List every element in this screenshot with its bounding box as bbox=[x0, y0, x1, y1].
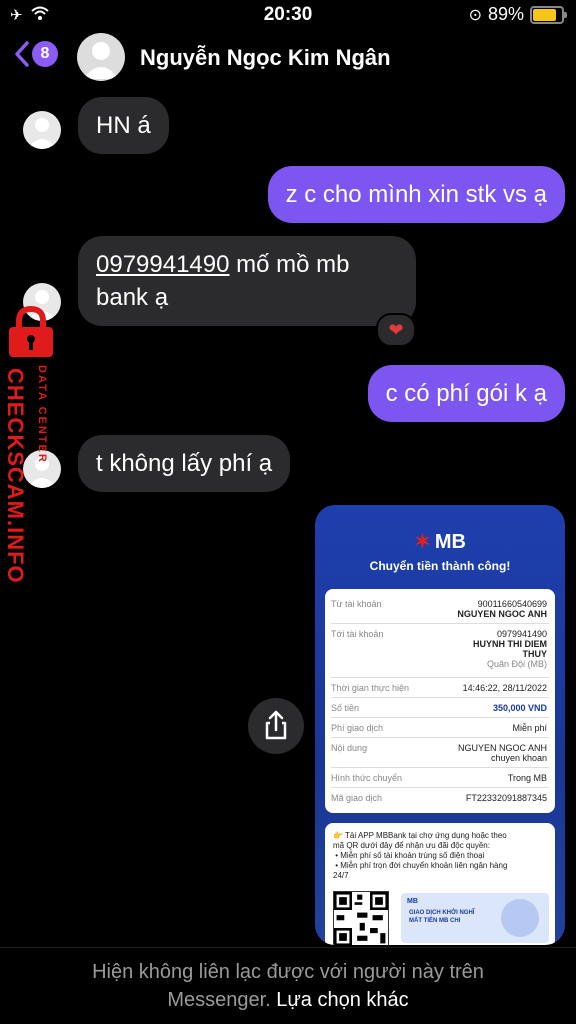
message-bubble-incoming[interactable]: HN á bbox=[78, 97, 169, 154]
chevron-left-icon bbox=[15, 41, 29, 67]
qr-code bbox=[333, 891, 389, 945]
share-button[interactable] bbox=[248, 698, 304, 754]
footer-divider bbox=[0, 947, 576, 948]
receipt-row: Số tiền 350,000 VND bbox=[331, 703, 547, 713]
heart-reaction-icon[interactable]: ❤ bbox=[376, 313, 416, 347]
message-text: HN á bbox=[96, 112, 151, 139]
receipt-row: Hình thức chuyển Trong MB bbox=[331, 773, 547, 783]
receipt-row: Mã giao dịch FT22332091887345 bbox=[331, 793, 547, 803]
unread-badge: 8 bbox=[32, 41, 58, 67]
transfer-receipt-image[interactable]: ✶ MB Chuyển tiền thành công! Từ tài khoản… bbox=[315, 505, 565, 945]
message-text: bank ạ bbox=[96, 284, 169, 311]
back-button[interactable]: 8 bbox=[14, 40, 58, 68]
message-text: z c cho mình xin stk vs ạ bbox=[285, 181, 547, 208]
battery-level bbox=[533, 8, 557, 21]
message-text: c có phí gói k ạ bbox=[385, 380, 547, 407]
lock-icon bbox=[9, 305, 53, 357]
battery-percent: 89% bbox=[487, 4, 524, 24]
hand-icon: 👉 bbox=[333, 831, 343, 840]
receipt-row: Phí giao dịch Miễn phí bbox=[331, 723, 547, 733]
message-bubble-outgoing[interactable]: z c cho mình xin stk vs ạ bbox=[267, 166, 565, 223]
receipt-row: Từ tài khoản 90011660540699 NGUYEN NGOC A… bbox=[331, 599, 547, 619]
watermark-text: CHECKSCAM.INFO bbox=[3, 368, 28, 584]
message-bubble-outgoing[interactable]: c có phí gói k ạ bbox=[367, 365, 565, 422]
watermark-subtitle: DATA CENTER bbox=[36, 365, 48, 464]
receipt-details-card: Từ tài khoản 90011660540699 NGUYEN NGOC A… bbox=[325, 589, 555, 813]
unavailable-notice: Hiện không liên lạc được với người này t… bbox=[92, 961, 484, 1011]
sender-avatar bbox=[23, 111, 61, 149]
other-options-link[interactable]: Lựa chọn khác bbox=[276, 989, 408, 1011]
phone-illustration-icon bbox=[501, 899, 539, 937]
receipt-row: Tới tài khoản 0979941490 HUYNH THI DIEM TH… bbox=[331, 629, 547, 669]
receipt-title: Chuyển tiền thành công! bbox=[369, 559, 511, 573]
receipt-row: Nội dung NGUYEN NGOC ANH chuyen khoan bbox=[331, 743, 547, 763]
promo-banner: MB GIAO DỊCH KHỞI NGHĨ MẤT TIỀN MB CHI bbox=[401, 893, 549, 943]
share-icon bbox=[265, 710, 287, 740]
message-text: mố mồ mb bbox=[229, 251, 350, 278]
mb-star-icon: ✶ bbox=[414, 531, 431, 553]
battery-icon bbox=[530, 5, 567, 24]
mb-logo: ✶ MB bbox=[414, 531, 466, 553]
promo-text: 👉 Tải APP MBBank tại chợ ứng dụng hoặc t… bbox=[333, 831, 508, 880]
receipt-row: Thời gian thực hiện 14:46:22, 28/11/2022 bbox=[331, 683, 547, 693]
message-text: t không lấy phí ạ bbox=[96, 450, 273, 477]
orientation-lock-icon: ⊙ bbox=[468, 6, 482, 24]
message-bubble-incoming[interactable]: t không lấy phí ạ bbox=[78, 435, 291, 492]
promo-card: 👉 Tải APP MBBank tại chợ ứng dụng hoặc t… bbox=[325, 823, 555, 945]
default-avatar-icon bbox=[83, 42, 119, 79]
message-bubble-incoming[interactable]: 0979941490 mố mồ mb bank ạ bbox=[78, 236, 416, 326]
phone-number-link[interactable]: 0979941490 bbox=[96, 251, 229, 278]
contact-avatar[interactable] bbox=[77, 33, 125, 81]
status-icons-right: ⊙ 89% bbox=[468, 4, 567, 25]
contact-name[interactable]: Nguyễn Ngọc Kim Ngân bbox=[140, 45, 391, 71]
